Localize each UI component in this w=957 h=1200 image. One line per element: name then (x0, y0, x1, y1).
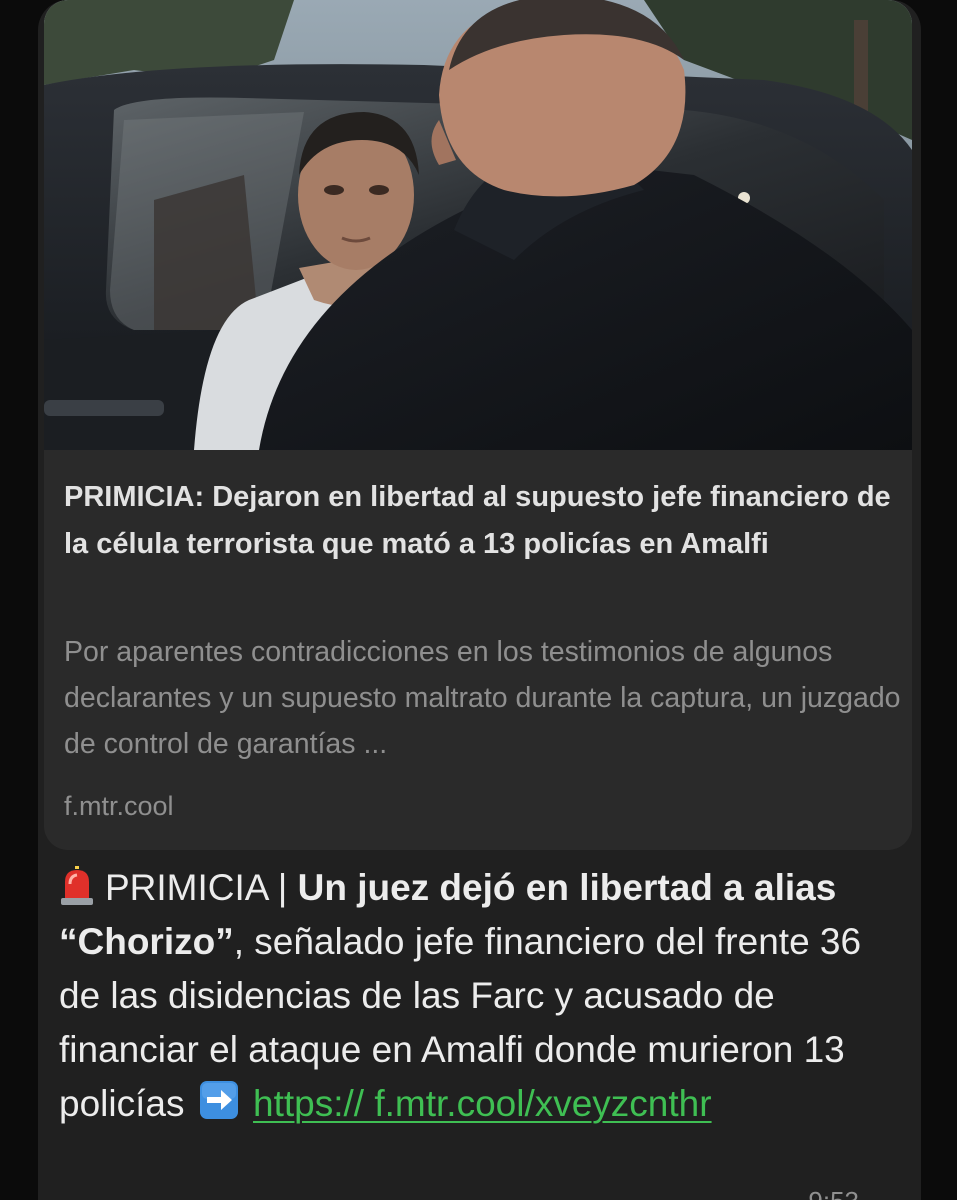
link-preview-description: Por aparentes contradicciones en los tes… (64, 636, 901, 760)
preview-image[interactable] (44, 0, 912, 450)
message-prefix: PRIMICIA | (105, 867, 298, 908)
chat-screen: PRIMICIA: Dejaron en libertad al supuest… (0, 0, 957, 1200)
link-preview-card[interactable]: PRIMICIA: Dejaron en libertad al supuest… (44, 0, 912, 850)
message-link[interactable]: https:// f.mtr.cool/xveyzcnthr (253, 1083, 712, 1124)
link-preview-domain: f.mtr.cool (64, 791, 174, 821)
right-arrow-icon (199, 1080, 239, 1120)
preview-photo (44, 0, 912, 450)
message-bubble[interactable]: PRIMICIA: Dejaron en libertad al supuest… (38, 0, 921, 1200)
message-text: PRIMICIA | Un juez dejó en libertad a al… (59, 861, 904, 1131)
message-timestamp: 9:53 (808, 1186, 859, 1200)
link-preview-title[interactable]: PRIMICIA: Dejaron en libertad al supuest… (64, 474, 894, 568)
police-light-icon (59, 866, 95, 906)
